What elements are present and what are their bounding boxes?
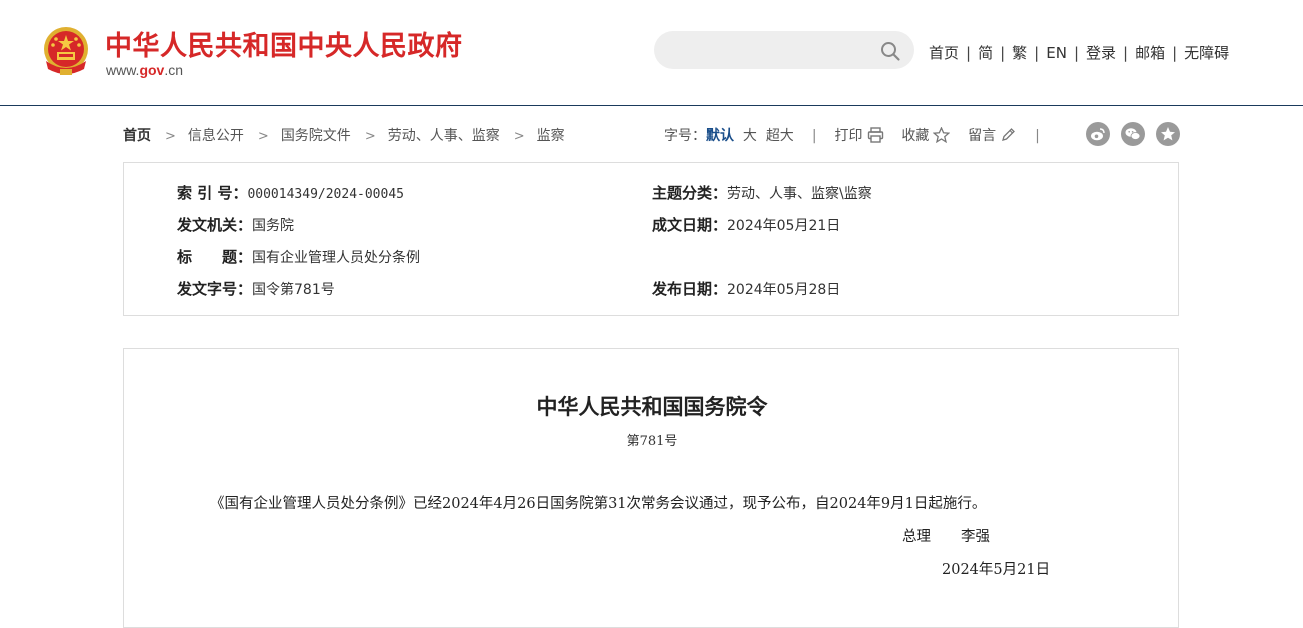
breadcrumb-home[interactable]: 首页 (123, 128, 151, 144)
page-tools: 字号：默认 大 超大 | 打印 收藏 留言 | (664, 125, 1058, 145)
breadcrumb-labor-personnel[interactable]: 劳动、人事、监察 (388, 128, 500, 144)
signer-name: 李强 (961, 529, 990, 545)
nav-separator: | (966, 44, 972, 62)
comment-label: 留言 (968, 128, 997, 144)
document-date: 2024年5月21日 (942, 562, 1051, 578)
wechat-share-button[interactable] (1121, 122, 1145, 146)
issuer-label: 发文机关： (177, 216, 253, 234)
written-date-label: 成文日期： (652, 216, 728, 234)
print-button[interactable]: 打印 (834, 127, 884, 144)
document-info-table: 索 引 号：000014349/2024-00045 主题分类：劳动、人事、监察… (123, 162, 1179, 316)
font-size-large-button[interactable]: 大 (743, 128, 757, 144)
font-size-label: 字号： (664, 128, 706, 144)
nav-mail[interactable]: 邮箱 (1135, 44, 1165, 62)
nav-separator: | (1034, 44, 1040, 62)
site-header: 中华人民共和国中央人民政府 www.gov.cn 首页 | 简 | 繁 | EN | 登录 | 邮箱… (0, 0, 1303, 106)
topic-label: 主题分类： (652, 184, 728, 202)
title-value: 国有企业管理人员处分条例 (252, 250, 421, 266)
index-value: 000014349/2024-00045 (247, 187, 404, 202)
domain-suffix: .cn (164, 62, 184, 78)
document-signature: 总理 李强 (902, 525, 990, 546)
doc-number-value: 国令第781号 (252, 282, 335, 298)
print-label: 打印 (834, 128, 863, 144)
breadcrumb: 首页 > 信息公开 > 国务院文件 > 劳动、人事、监察 > 监察 (123, 125, 565, 145)
font-size-default-button[interactable]: 默认 (706, 128, 734, 144)
info-row-written-date: 成文日期：2024年05月21日 (652, 214, 840, 235)
breadcrumb-info-public[interactable]: 信息公开 (188, 128, 244, 144)
publish-date-label: 发布日期： (652, 280, 728, 298)
search-icon[interactable] (879, 40, 901, 62)
info-row-issuer: 发文机关：国务院 (177, 214, 294, 235)
nav-accessibility[interactable]: 无障碍 (1184, 44, 1229, 62)
chevron-right-icon: > (513, 129, 525, 144)
nav-separator: | (1073, 44, 1079, 62)
favorite-label: 收藏 (901, 128, 930, 144)
nav-login[interactable]: 登录 (1086, 44, 1116, 62)
weibo-share-button[interactable] (1086, 122, 1110, 146)
publish-date-value: 2024年05月28日 (727, 282, 841, 298)
national-emblem-icon[interactable] (40, 25, 92, 79)
search-input[interactable] (670, 39, 870, 61)
title-label: 标 题： (177, 248, 253, 266)
nav-separator: | (1172, 44, 1178, 62)
qzone-star-icon (1161, 127, 1175, 141)
document-content: 中华人民共和国国务院令 第781号 《国有企业管理人员处分条例》已经2024年4… (123, 348, 1179, 628)
favorite-button[interactable]: 收藏 (901, 127, 951, 144)
weibo-icon (1091, 128, 1105, 141)
star-icon (933, 127, 951, 143)
document-number: 第781号 (626, 434, 678, 449)
printer-icon (867, 127, 883, 143)
pencil-icon (1002, 128, 1016, 141)
nav-traditional[interactable]: 繁 (1012, 44, 1027, 62)
domain-gov: gov (139, 62, 165, 78)
nav-separator: | (1123, 44, 1129, 62)
document-body: 《国有企业管理人员处分条例》已经2024年4月26日国务院第31次常务会议通过，… (210, 496, 987, 512)
info-row-topic: 主题分类：劳动、人事、监察\监察 (652, 182, 872, 203)
chevron-right-icon: > (364, 129, 376, 144)
domain-prefix: www. (106, 62, 140, 78)
written-date-value: 2024年05月21日 (727, 218, 841, 234)
site-title[interactable]: 中华人民共和国中央人民政府 (105, 24, 463, 63)
nav-english[interactable]: EN (1046, 44, 1067, 62)
breadcrumb-bar: 首页 > 信息公开 > 国务院文件 > 劳动、人事、监察 > 监察 字号：默认 大 超大 | 打印 … (123, 122, 1180, 146)
info-row-title: 标 题：国有企业管理人员处分条例 (177, 246, 420, 267)
wechat-icon (1125, 128, 1141, 140)
topic-value: 劳动、人事、监察\监察 (727, 186, 872, 202)
share-buttons (1075, 122, 1180, 150)
info-row-doc-number: 发文字号：国令第781号 (177, 278, 335, 299)
font-size-xlarge-button[interactable]: 超大 (766, 128, 794, 144)
top-nav: 首页 | 简 | 繁 | EN | 登录 | 邮箱 | 无障碍 (929, 42, 1229, 63)
tools-divider: | (811, 128, 817, 144)
nav-separator: | (1000, 44, 1006, 62)
breadcrumb-state-council-docs[interactable]: 国务院文件 (281, 128, 351, 144)
info-row-index: 索 引 号：000014349/2024-00045 (177, 182, 404, 203)
search-box (654, 31, 914, 69)
info-row-publish-date: 发布日期：2024年05月28日 (652, 278, 840, 299)
chevron-right-icon: > (165, 129, 176, 144)
doc-number-label: 发文字号： (177, 280, 253, 298)
issuer-value: 国务院 (252, 218, 295, 234)
nav-simplified[interactable]: 简 (978, 44, 993, 62)
document-title: 中华人民共和国国务院令 (536, 394, 768, 419)
site-domain: www.gov.cn (106, 62, 183, 78)
index-label: 索 引 号： (177, 184, 248, 202)
signer-role: 总理 (902, 529, 931, 545)
breadcrumb-supervision[interactable]: 监察 (537, 128, 565, 144)
chevron-right-icon: > (257, 129, 269, 144)
comment-button[interactable]: 留言 (968, 128, 1017, 144)
qzone-share-button[interactable] (1156, 122, 1180, 146)
nav-home[interactable]: 首页 (929, 44, 959, 62)
tools-divider: | (1035, 128, 1040, 144)
